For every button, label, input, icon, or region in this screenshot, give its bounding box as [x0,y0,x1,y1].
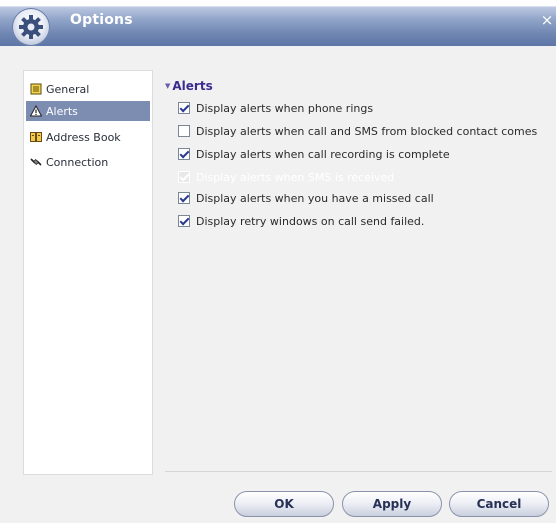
option-sms-received: Display alerts when SMS is received [178,169,394,185]
sidebar-item-address-book[interactable]: Address Book [26,127,150,147]
checkbox[interactable] [178,125,190,137]
option-label: Display alerts when call and SMS from bl… [196,124,538,138]
sidebar-item-alerts[interactable]: Alerts [26,101,150,121]
option-blocked-contact[interactable]: Display alerts when call and SMS from bl… [178,123,537,139]
option-missed-call[interactable]: Display alerts when you have a missed ca… [178,190,434,206]
close-icon[interactable]: × [540,12,554,28]
title-bar[interactable]: Options × [0,0,556,46]
cancel-button[interactable]: Cancel [449,491,549,517]
gear-icon [12,8,50,46]
alerts-panel: ▼ Alerts Display alerts when phone rings … [165,70,556,473]
option-phone-rings[interactable]: Display alerts when phone rings [178,100,373,116]
sidebar-item-label: General [46,82,90,96]
ok-button[interactable]: OK [234,491,334,517]
option-label: Display retry windows on call send faile… [196,214,425,228]
connection-icon [30,156,42,168]
collapse-icon: ▼ [165,82,171,90]
alert-triangle-icon [29,104,43,117]
window-title: Options [70,12,133,28]
section-title: ▼ Alerts [165,79,213,93]
sidebar-item-general[interactable]: General [26,79,150,99]
divider [165,471,552,472]
options-sidebar: General Alerts Address Book Connection [23,70,153,475]
option-call-recording[interactable]: Display alerts when call recording is co… [178,146,450,162]
sidebar-item-label: Alerts [46,104,78,118]
sidebar-item-label: Address Book [46,130,121,144]
title-bar-top-strip [0,0,556,6]
checkbox[interactable] [178,148,190,160]
checkbox[interactable] [178,102,190,114]
section-title-text: Alerts [172,79,213,93]
option-label: Display alerts when SMS is received [196,170,395,184]
sidebar-item-label: Connection [46,155,109,169]
apply-button[interactable]: Apply [342,491,442,517]
checkbox [178,171,190,183]
option-label: Display alerts when you have a missed ca… [196,191,434,205]
option-retry-windows[interactable]: Display retry windows on call send faile… [178,213,424,229]
checkbox[interactable] [178,192,190,204]
option-label: Display alerts when phone rings [196,101,374,115]
options-window: Options × General Alerts Address Book Co… [0,0,556,523]
checkbox[interactable] [178,215,190,227]
address-book-icon [30,131,42,143]
general-icon [30,83,42,95]
option-label: Display alerts when call recording is co… [196,147,450,161]
sidebar-item-connection[interactable]: Connection [26,152,150,172]
